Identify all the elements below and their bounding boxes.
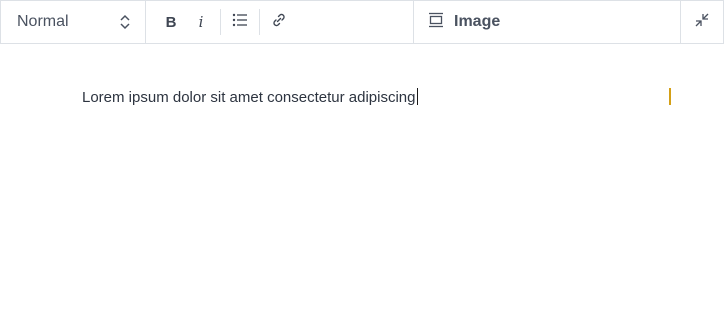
collapse-icon [694,12,710,33]
chevron-up-down-icon [119,12,131,32]
fullscreen-toggle[interactable] [680,1,723,43]
paragraph-style-value: Normal [17,13,69,30]
paragraph-style-select[interactable]: Normal [1,1,146,43]
bold-button[interactable]: B [156,7,186,37]
bullet-list-icon [232,13,248,32]
toolbar: Normal B i Image [0,0,724,44]
editor-content[interactable]: Lorem ipsum dolor sit amet consectetur a… [82,88,418,106]
toolbar-divider [259,9,260,35]
insert-controls: Image [414,1,680,43]
format-controls: B i [146,1,414,43]
bullet-list-button[interactable] [225,7,255,37]
margin-marker [669,88,671,105]
italic-button[interactable]: i [186,7,216,37]
paragraph-text: Lorem ipsum dolor sit amet consectetur a… [82,89,416,106]
link-icon [271,12,287,33]
toolbar-divider [220,9,221,35]
text-caret [416,88,418,105]
link-button[interactable] [264,7,294,37]
rich-text-editor: Normal B i Image Lorem ipsum dolor sit a… [0,0,724,315]
insert-image-label: Image [454,13,501,30]
insert-image-button[interactable]: Image [428,12,500,33]
image-block-icon [428,12,444,33]
